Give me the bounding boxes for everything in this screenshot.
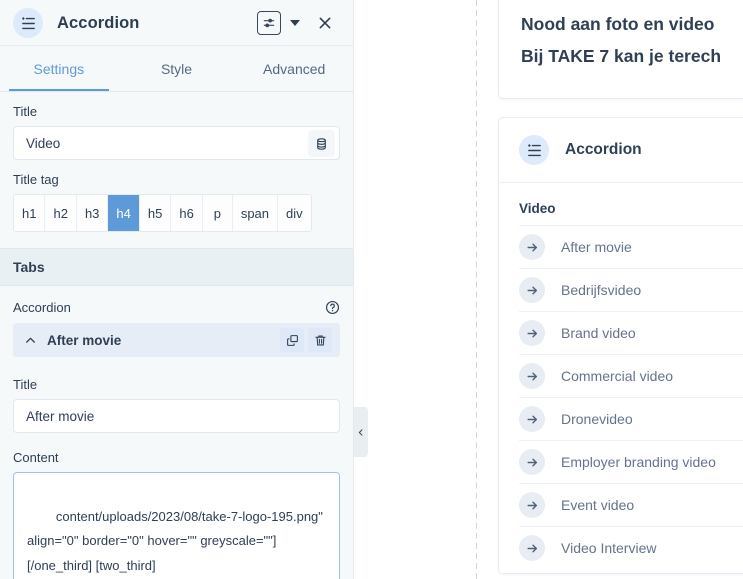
arrow-right-icon [519,535,545,561]
accordion-preview-card: Accordion Video After movie Bedrijfsvide… [498,117,743,574]
tag-option-h1[interactable]: h1 [14,195,46,231]
accordion-card-body: Video After movie Bedrijfsvideo Brand vi… [499,183,743,573]
title-input-value: Video [26,135,61,151]
settings-panel: Accordion Settings Style Advanced Title … [0,0,354,579]
item-content-textarea[interactable]: content/uploads/2023/08/take-7-logo-195.… [13,472,340,579]
accordion-row-label: Dronevideo [561,411,633,427]
trash-icon[interactable] [308,328,332,352]
chevron-up-icon[interactable] [21,331,39,349]
accordion-row-label: Employer branding video [561,454,716,470]
item-content-label: Content [13,450,59,465]
item-content-block: Content content/uploads/2023/08/take-7-l… [0,433,353,579]
tag-option-h3[interactable]: h3 [76,195,109,231]
app-screen: Accordion Settings Style Advanced Title … [0,0,743,579]
accordion-row[interactable]: Event video [519,483,743,526]
database-icon[interactable] [308,130,335,157]
arrow-right-icon [519,320,545,346]
tabs-section-header: Tabs [0,248,353,286]
accordion-row[interactable]: After movie [519,225,743,268]
tag-option-h2[interactable]: h2 [45,195,77,231]
panel-collapse-handle[interactable] [354,407,368,457]
accordion-card-header: Accordion [499,118,743,183]
title-field-block: Title Video [0,92,353,160]
tab-style[interactable]: Style [118,46,236,92]
panel-header: Accordion [0,0,353,46]
chevron-down-icon[interactable] [290,20,300,26]
hero-line-1: Nood aan foto en video [521,14,715,34]
item-title-block: Title After movie [0,357,353,433]
accordion-row[interactable]: Bedrijfsvideo [519,268,743,311]
accordion-card-title: Accordion [565,141,642,158]
tag-option-p[interactable]: p [202,195,233,231]
tag-option-h6[interactable]: h6 [171,195,203,231]
accordion-row[interactable]: Employer branding video [519,440,743,483]
item-title-input-value: After movie [26,408,95,424]
accordion-row-label: Brand video [561,325,636,341]
repeater-item-after-movie[interactable]: After movie [13,323,340,357]
sliders-icon[interactable] [257,11,281,35]
page-title: Accordion [57,13,140,32]
hero-line-2: Bij TAKE 7 kan je terech [521,46,722,66]
arrow-right-icon [519,363,545,389]
item-title-label: Title [13,377,38,392]
tag-option-h4[interactable]: h4 [108,195,140,231]
question-mark-icon[interactable] [324,299,340,315]
title-input[interactable]: Video [13,126,340,160]
accordion-row-label: After movie [561,239,632,255]
title-tag-group: h1 h2 h3 h4 h5 h6 p span div [13,194,312,232]
repeater-header: Accordion [0,286,353,323]
title-field-label: Title [13,104,38,119]
close-icon[interactable] [314,12,336,34]
repeater-label: Accordion [13,299,71,315]
panel-tabs: Settings Style Advanced [0,46,353,92]
accordion-row-label: Video Interview [561,540,657,556]
repeater-item-actions [280,328,332,352]
tag-option-span[interactable]: span [232,195,279,231]
tab-advanced[interactable]: Advanced [235,46,353,92]
chevron-left-icon [358,428,363,436]
accordion-row[interactable]: Dronevideo [519,397,743,440]
header-actions [257,11,340,35]
list-settings-icon [13,8,43,38]
tag-option-h5[interactable]: h5 [139,195,172,231]
accordion-row-label: Bedrijfsvideo [561,282,642,298]
accordion-row[interactable]: Brand video [519,311,743,354]
duplicate-icon[interactable] [280,328,304,352]
accordion-row[interactable]: Commercial video [519,354,743,397]
canvas-gap [354,0,478,579]
accordion-row-label: Commercial video [561,368,674,384]
preview-canvas: Nood aan foto en video Bij TAKE 7 kan je… [477,0,743,579]
arrow-right-icon [519,277,545,303]
title-tag-label: Title tag [13,172,59,187]
arrow-right-icon [519,492,545,518]
item-title-input[interactable]: After movie [13,399,340,433]
hero-card: Nood aan foto en video Bij TAKE 7 kan je… [498,0,743,99]
repeater-item-title: After movie [47,332,122,348]
accordion-group-label: Video [519,201,556,216]
arrow-right-icon [519,406,545,432]
tab-settings[interactable]: Settings [0,46,118,92]
tag-option-div[interactable]: div [278,195,311,231]
accordion-row[interactable]: Video Interview [519,526,743,569]
arrow-right-icon [519,449,545,475]
item-content-value: content/uploads/2023/08/take-7-logo-195.… [27,508,327,573]
title-tag-block: Title tag h1 h2 h3 h4 h5 h6 p span div [0,160,353,232]
list-settings-icon [519,135,549,165]
arrow-right-icon [519,234,545,260]
accordion-row-label: Event video [561,497,635,513]
